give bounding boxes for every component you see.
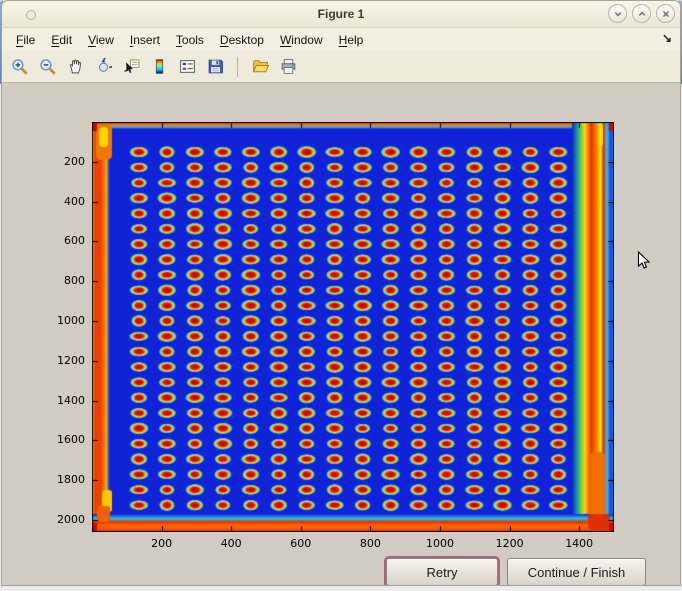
x-tick-label: 1200 (496, 537, 524, 550)
colorbar-icon (151, 58, 168, 75)
save-button[interactable] (206, 58, 224, 76)
maximize-button[interactable] (632, 4, 651, 23)
chevron-down-icon (613, 9, 623, 19)
retry-button[interactable]: Retry (386, 558, 498, 585)
y-tick-label: 1200 (37, 354, 85, 367)
legend-icon (179, 58, 196, 75)
save-floppy-icon (207, 58, 224, 75)
x-tick-label: 600 (290, 537, 311, 550)
print-icon (280, 58, 297, 75)
menubar-items: FileEditViewInsertToolsDesktopWindowHelp (8, 31, 371, 49)
minimize-button[interactable] (608, 4, 627, 23)
window-title: Figure 1 (318, 7, 365, 21)
close-button[interactable] (656, 4, 675, 23)
x-tick-label: 800 (360, 537, 381, 550)
x-tick-label: 200 (151, 537, 172, 550)
zoom-in-icon (11, 58, 28, 75)
plot-area: Retry Continue / Finish 200 400 600 800 1000… (2, 83, 680, 585)
y-tick-label: 1000 (37, 314, 85, 327)
menu-edit[interactable]: Edit (43, 31, 80, 49)
mouse-cursor-icon (637, 251, 651, 271)
y-tick-label: 200 (37, 155, 85, 168)
open-button[interactable] (251, 58, 269, 76)
menu-window[interactable]: Window (272, 31, 331, 49)
heatmap-canvas[interactable] (92, 122, 614, 532)
zoom-out-button[interactable] (38, 58, 56, 76)
colorbar-button[interactable] (150, 58, 168, 76)
print-button[interactable] (279, 58, 297, 76)
chevron-up-icon (637, 9, 647, 19)
menu-file[interactable]: File (8, 31, 43, 49)
figure-window: Figure 1 (2, 1, 680, 585)
rotate-3d-icon (95, 58, 112, 75)
y-tick-label: 1400 (37, 394, 85, 407)
x-tick-label: 1000 (426, 537, 454, 550)
data-cursor-button[interactable] (122, 58, 140, 76)
close-icon (661, 9, 671, 19)
legend-button[interactable] (178, 58, 196, 76)
toolbar-separator (237, 57, 238, 77)
menu-desktop[interactable]: Desktop (212, 31, 272, 49)
y-tick-label: 2000 (37, 513, 85, 526)
menu-insert[interactable]: Insert (122, 31, 168, 49)
window-controls (608, 4, 675, 23)
pan-hand-icon (67, 58, 84, 75)
data-cursor-icon (123, 58, 140, 75)
title-bar[interactable]: Figure 1 (2, 1, 680, 28)
screen: Figure 1 (0, 0, 682, 591)
open-folder-icon (252, 58, 269, 75)
y-tick-label: 600 (37, 234, 85, 247)
y-tick-label: 400 (37, 195, 85, 208)
y-tick-label: 1800 (37, 473, 85, 486)
y-tick-label: 1600 (37, 433, 85, 446)
rotate-3d-button[interactable] (94, 58, 112, 76)
y-tick-label: 800 (37, 274, 85, 287)
x-tick-label: 400 (221, 537, 242, 550)
zoom-out-icon (39, 58, 56, 75)
menu-bar: FileEditViewInsertToolsDesktopWindowHelp… (2, 28, 680, 51)
x-tick-label: 1400 (565, 537, 593, 550)
menu-help[interactable]: Help (331, 31, 372, 49)
dock-figure-icon[interactable]: ↘ (662, 31, 672, 45)
menu-tools[interactable]: Tools (168, 31, 212, 49)
window-menu-icon[interactable] (26, 10, 36, 20)
zoom-in-button[interactable] (10, 58, 28, 76)
pan-button[interactable] (66, 58, 84, 76)
toolbar (2, 51, 680, 83)
menu-view[interactable]: View (80, 31, 122, 49)
continue-finish-button[interactable]: Continue / Finish (507, 558, 646, 585)
